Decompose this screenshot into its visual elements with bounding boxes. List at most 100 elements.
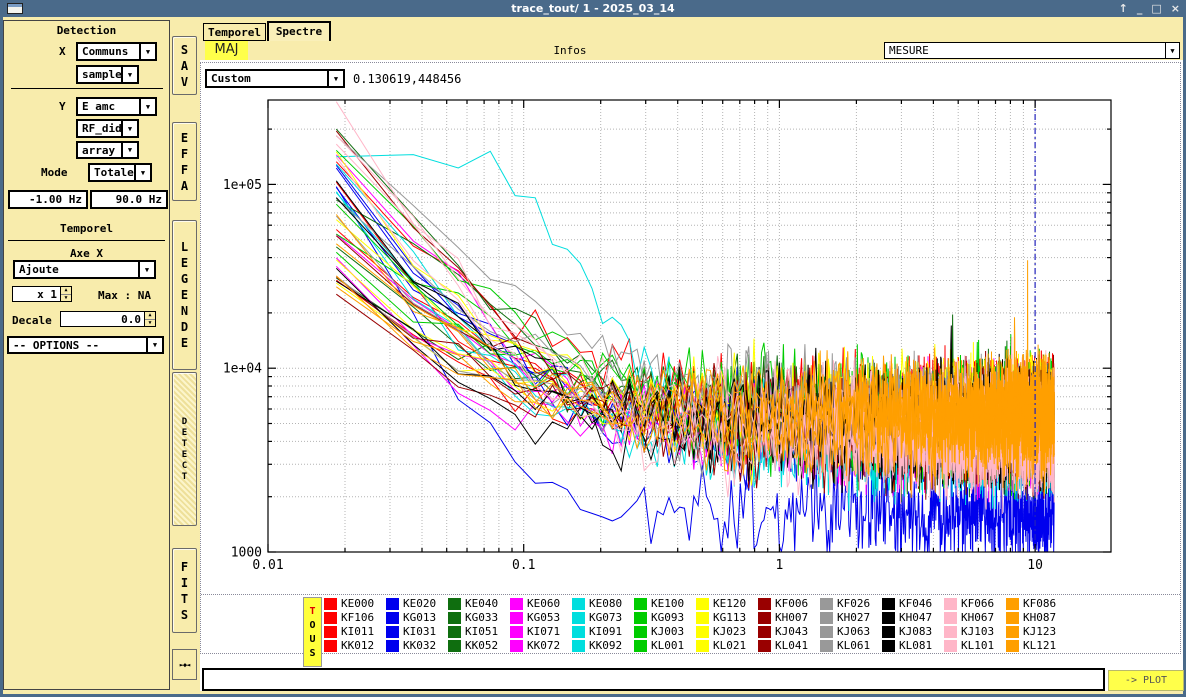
- legend-item-KK032[interactable]: KK032: [403, 639, 436, 652]
- spinner-up-icon[interactable]: ▲: [145, 312, 155, 320]
- freq-min-field[interactable]: -1.00 Hz: [8, 190, 88, 209]
- legend-item-KF046[interactable]: KF046: [899, 597, 932, 610]
- tab-temporel[interactable]: Temporel: [203, 23, 266, 41]
- legend-item-KE040[interactable]: KE040: [465, 597, 498, 610]
- color-swatch: [510, 612, 523, 624]
- separator: [11, 88, 163, 89]
- legend-item-KJ063[interactable]: KJ063: [837, 625, 870, 638]
- legend-item-KI071[interactable]: KI071: [527, 625, 560, 638]
- chevron-down-icon[interactable]: ▼: [139, 99, 155, 114]
- freq-max-field[interactable]: 90.0 Hz: [90, 190, 168, 209]
- x-axis-label: X: [59, 45, 66, 58]
- legend-item-KL101[interactable]: KL101: [961, 639, 994, 652]
- x-secondary-select[interactable]: sample ▼: [76, 65, 139, 84]
- chevron-down-icon[interactable]: ▼: [121, 121, 137, 136]
- chevron-down-icon[interactable]: ▼: [138, 262, 154, 277]
- spectrum-plot[interactable]: 0.010.111010001e+041e+05: [200, 60, 1183, 594]
- legend-item-KG093[interactable]: KG093: [651, 611, 684, 624]
- legend-item-KG013[interactable]: KG013: [403, 611, 436, 624]
- legend-item-KJ103[interactable]: KJ103: [961, 625, 994, 638]
- legend-item-KI051[interactable]: KI051: [465, 625, 498, 638]
- color-swatch: [1006, 626, 1019, 638]
- legend-item-KI031[interactable]: KI031: [403, 625, 436, 638]
- legend-item-KE020[interactable]: KE020: [403, 597, 436, 610]
- legend-item-KG053[interactable]: KG053: [527, 611, 560, 624]
- legend-item-KJ083[interactable]: KJ083: [899, 625, 932, 638]
- legend-item-KL041[interactable]: KL041: [775, 639, 808, 652]
- mesure-select[interactable]: MESURE ▼: [884, 42, 1180, 59]
- minimize-icon[interactable]: _: [1137, 0, 1143, 17]
- legend-item-KH067[interactable]: KH067: [961, 611, 994, 624]
- legend-item-KK092[interactable]: KK092: [589, 639, 622, 652]
- legend-item-KG033[interactable]: KG033: [465, 611, 498, 624]
- legend-item-KJ123[interactable]: KJ123: [1023, 625, 1056, 638]
- color-swatch: [820, 598, 833, 610]
- maj-button[interactable]: MAJ: [205, 41, 248, 60]
- legend-item-KH047[interactable]: KH047: [899, 611, 932, 624]
- legend-item-KJ043[interactable]: KJ043: [775, 625, 808, 638]
- chevron-down-icon[interactable]: ▼: [1165, 43, 1179, 58]
- spinner-up-icon[interactable]: ▲: [61, 287, 71, 295]
- shade-icon[interactable]: ↑: [1119, 0, 1128, 17]
- legend-item-KJ003[interactable]: KJ003: [651, 625, 684, 638]
- collapse-panel-button[interactable]: ►◆◄: [172, 649, 197, 680]
- options-select[interactable]: -- OPTIONS -- ▼: [7, 336, 164, 354]
- mode-label: Mode: [41, 166, 68, 179]
- spinner-down-icon[interactable]: ▼: [61, 295, 71, 302]
- legend-item-KL001[interactable]: KL001: [651, 639, 684, 652]
- legend-item-KE080[interactable]: KE080: [589, 597, 622, 610]
- command-input[interactable]: [202, 668, 1105, 691]
- chevron-down-icon[interactable]: ▼: [146, 338, 162, 352]
- legend-item-KE000[interactable]: KE000: [341, 597, 374, 610]
- plot-button[interactable]: -> PLOT: [1108, 670, 1184, 691]
- tab-spectre[interactable]: Spectre: [267, 21, 331, 41]
- spinner-down-icon[interactable]: ▼: [145, 320, 155, 327]
- legend-item-KK012[interactable]: KK012: [341, 639, 374, 652]
- side-tab-sav[interactable]: SAV: [172, 36, 197, 95]
- legend-item-KG073[interactable]: KG073: [589, 611, 622, 624]
- legend-item-KJ023[interactable]: KJ023: [713, 625, 746, 638]
- legend-item-KL061[interactable]: KL061: [837, 639, 870, 652]
- side-tab-detect[interactable]: DETECT: [172, 372, 197, 526]
- side-tab-legende[interactable]: LEGENDE: [172, 220, 197, 370]
- legend-item-KF106[interactable]: KF106: [341, 611, 374, 624]
- maximize-icon[interactable]: □: [1151, 0, 1161, 17]
- legend-item-KH087[interactable]: KH087: [1023, 611, 1056, 624]
- close-icon[interactable]: ×: [1171, 0, 1180, 17]
- tous-button[interactable]: TOUS: [303, 597, 322, 667]
- legend-item-KL081[interactable]: KL081: [899, 639, 932, 652]
- legend-item-KH007[interactable]: KH007: [775, 611, 808, 624]
- mode-select[interactable]: Totale ▼: [88, 163, 152, 182]
- legend-item-KF086[interactable]: KF086: [1023, 597, 1056, 610]
- legend-item-KK052[interactable]: KK052: [465, 639, 498, 652]
- legend-item-KI011[interactable]: KI011: [341, 625, 374, 638]
- array-select[interactable]: array 1 ▼: [76, 141, 139, 159]
- legend-item-KE060[interactable]: KE060: [527, 597, 560, 610]
- side-tab-fits[interactable]: FITS: [172, 548, 197, 633]
- legend-item-KF026[interactable]: KF026: [837, 597, 870, 610]
- chevron-down-icon[interactable]: ▼: [121, 67, 137, 82]
- legend-item-KL021[interactable]: KL021: [713, 639, 746, 652]
- legend-item-KF066[interactable]: KF066: [961, 597, 994, 610]
- multiplier-stepper[interactable]: x 1 ▲▼: [12, 286, 72, 302]
- legend-item-KL121[interactable]: KL121: [1023, 639, 1056, 652]
- chevron-down-icon[interactable]: ▼: [139, 44, 155, 59]
- legend-item-KK072[interactable]: KK072: [527, 639, 560, 652]
- side-tab-effa[interactable]: EFFA: [172, 122, 197, 201]
- legend-item-KF006[interactable]: KF006: [775, 597, 808, 610]
- legend-item-KE100[interactable]: KE100: [651, 597, 684, 610]
- axe-x-select[interactable]: Ajoute ▼: [13, 260, 156, 279]
- chevron-down-icon[interactable]: ▼: [121, 143, 137, 157]
- y-primary-select[interactable]: E amc ▼: [76, 97, 157, 116]
- y-secondary-select[interactable]: RF_didq ▼: [76, 119, 139, 138]
- y-tick-label: 1e+05: [223, 178, 262, 193]
- window-menu-icon[interactable]: [7, 3, 23, 14]
- legend-item-KG113[interactable]: KG113: [713, 611, 746, 624]
- legend-item-KH027[interactable]: KH027: [837, 611, 870, 624]
- legend-item-KI091[interactable]: KI091: [589, 625, 622, 638]
- decale-stepper[interactable]: 0.0 ▲▼: [60, 311, 156, 327]
- x-primary-select[interactable]: Communs ▼: [76, 42, 157, 61]
- legend-item-KE120[interactable]: KE120: [713, 597, 746, 610]
- chevron-down-icon[interactable]: ▼: [134, 165, 150, 180]
- color-swatch: [634, 640, 647, 652]
